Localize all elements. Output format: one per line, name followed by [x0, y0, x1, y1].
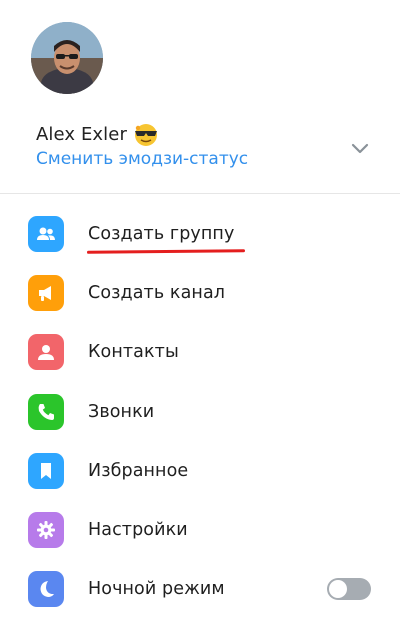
- megaphone-icon: [28, 274, 64, 311]
- menu-item-label: Создать канал: [88, 282, 226, 303]
- menu-item-saved[interactable]: Избранное: [0, 441, 400, 500]
- menu-item-label: Создать группу: [88, 223, 235, 244]
- menu-item-new-group[interactable]: Создать группу: [0, 204, 400, 263]
- menu-item-settings[interactable]: Настройки: [0, 500, 400, 559]
- menu-item-label: Звонки: [88, 401, 155, 422]
- phone-icon: [28, 393, 64, 430]
- avatar[interactable]: [31, 22, 103, 94]
- user-name-row: Alex Exler: [36, 121, 159, 147]
- menu-item-label: Ночной режим: [88, 579, 225, 600]
- menu-item-night-mode[interactable]: Ночной режим: [0, 560, 400, 619]
- chevron-down-icon[interactable]: [348, 137, 372, 161]
- highlight-underline: [86, 249, 246, 254]
- side-menu: Создать группу Создать канал Контакты Зв…: [0, 204, 400, 619]
- group-icon: [28, 215, 64, 252]
- menu-item-label: Настройки: [88, 520, 188, 541]
- menu-item-contacts[interactable]: Контакты: [0, 323, 400, 382]
- contact-icon: [28, 334, 64, 371]
- bookmark-icon: [28, 452, 64, 489]
- header-divider: [0, 193, 400, 194]
- menu-item-label: Контакты: [88, 342, 179, 363]
- toggle-knob: [329, 580, 347, 599]
- moon-icon: [28, 571, 64, 608]
- menu-item-label: Избранное: [88, 460, 189, 481]
- user-name: Alex Exler: [36, 123, 127, 145]
- gear-icon: [28, 512, 64, 549]
- menu-item-new-channel[interactable]: Создать канал: [0, 263, 400, 322]
- sunglasses-emoji-icon[interactable]: [133, 121, 159, 147]
- change-emoji-status-link[interactable]: Сменить эмодзи-статус: [36, 149, 248, 169]
- menu-item-calls[interactable]: Звонки: [0, 382, 400, 441]
- night-mode-toggle[interactable]: [327, 578, 371, 601]
- profile-header: Alex Exler Сменить эмодзи-статус: [0, 0, 400, 193]
- avatar-photo: [31, 22, 103, 94]
